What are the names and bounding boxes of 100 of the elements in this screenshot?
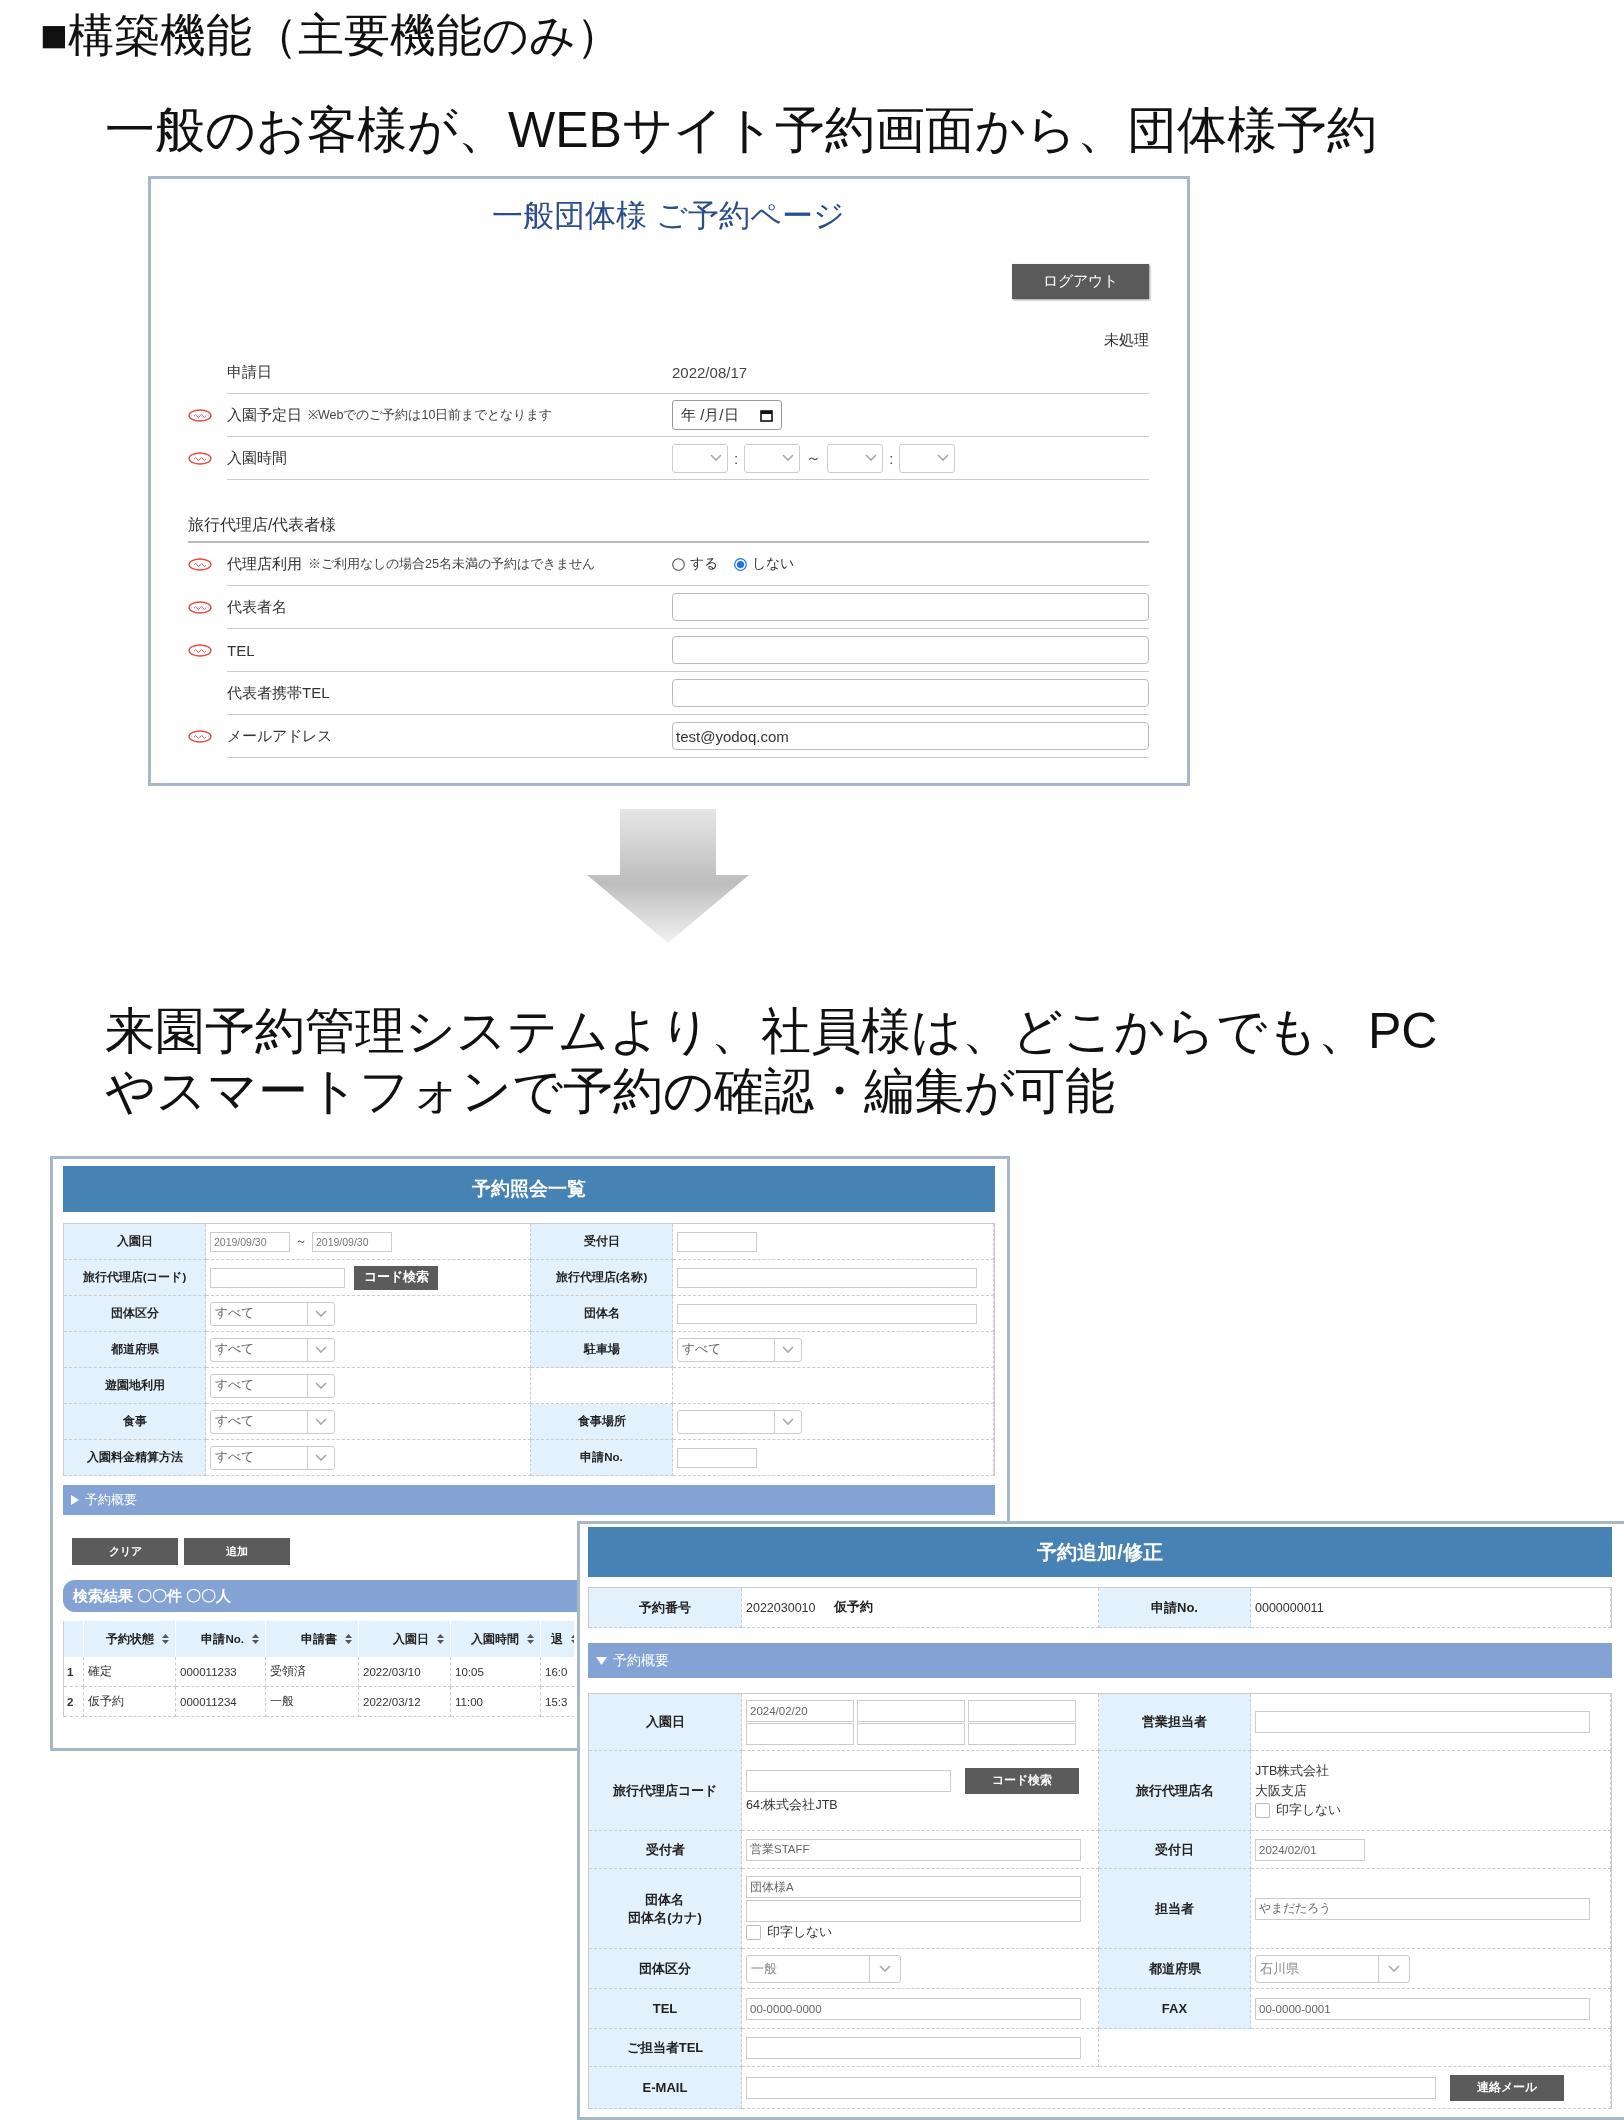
input-field[interactable]	[968, 1699, 1076, 1722]
select-field[interactable]	[677, 1409, 802, 1434]
field-label: 都道府県	[1099, 1949, 1251, 1989]
input-field[interactable]: 2024/02/01	[1255, 1838, 1365, 1861]
radio-option[interactable]: しない	[734, 555, 794, 573]
column-header[interactable]: 申請No.	[176, 1621, 266, 1657]
select-field[interactable]: すべて	[677, 1337, 802, 1362]
field-label: 団体名	[531, 1296, 673, 1332]
column-header[interactable]: 入園日	[359, 1621, 451, 1657]
input-field[interactable]	[746, 1722, 854, 1745]
input-field[interactable]	[677, 1267, 977, 1288]
field-label: 入園時間	[227, 448, 287, 468]
input-field[interactable]: 00-0000-0000	[746, 1997, 1081, 2020]
select-field[interactable]: 一般	[746, 1954, 901, 1983]
select-field[interactable]: すべて	[210, 1337, 335, 1362]
input-field[interactable]: 団体様A	[746, 1876, 1081, 1898]
down-arrow-icon	[587, 809, 749, 943]
input-field[interactable]	[672, 593, 1149, 621]
row-number: 1	[64, 1657, 84, 1687]
table-cell: 000011234	[176, 1687, 266, 1717]
field-label: 予約番号	[589, 1588, 742, 1628]
select-field[interactable]: すべて	[210, 1373, 335, 1398]
field-label: 受付者	[589, 1831, 742, 1869]
contact-mail-button[interactable]: 連絡メール	[1450, 2074, 1564, 2101]
select-field[interactable]: すべて	[210, 1445, 335, 1470]
date-field[interactable]: 年 /月/日	[672, 400, 782, 430]
field-label: 食事場所	[531, 1404, 673, 1440]
input-field[interactable]: 営業STAFF	[746, 1838, 1081, 1861]
action-button[interactable]: クリア	[72, 1538, 178, 1565]
input-field[interactable]: test@yodoq.com	[672, 722, 1149, 750]
select-field[interactable]	[827, 443, 884, 473]
input-field[interactable]	[677, 1231, 757, 1252]
date-field[interactable]: 2019/09/30	[210, 1231, 290, 1252]
description-text: 来園予約管理システムより、社員様は、どこからでも、PC やスマートフォンで予約の確認・編集が可能	[105, 1002, 1439, 1121]
date-field[interactable]: 2019/09/30	[312, 1231, 392, 1252]
field-label: 旅行代理店名	[1099, 1751, 1251, 1831]
field-label: 遊園地利用	[64, 1368, 206, 1404]
field-label: メールアドレス	[227, 726, 332, 746]
intro-text: 一般のお客様が、WEBサイト予約画面から、団体様予約	[105, 101, 1378, 160]
logout-button[interactable]: ログアウト	[1012, 264, 1149, 299]
code-search-button[interactable]: コード検索	[354, 1265, 438, 1290]
checkbox-option[interactable]: 印字しない	[1255, 1802, 1341, 1819]
input-field[interactable]	[746, 2076, 1436, 2099]
date-field[interactable]: 2024/02/20	[746, 1699, 854, 1722]
select-field[interactable]: すべて	[210, 1409, 335, 1434]
column-header	[64, 1621, 84, 1657]
column-header[interactable]: 退	[541, 1621, 574, 1657]
radio-option[interactable]: する	[672, 555, 718, 573]
select-field[interactable]	[899, 443, 956, 473]
separator-text: :	[734, 449, 739, 467]
input-field[interactable]	[968, 1722, 1076, 1745]
screen-title-bar: 予約追加/修正	[588, 1527, 1612, 1577]
section-bar-label: 予約概要	[85, 1491, 137, 1509]
select-field[interactable]	[744, 443, 801, 473]
input-field[interactable]	[857, 1722, 965, 1745]
input-field[interactable]	[746, 2036, 1081, 2059]
select-field[interactable]: すべて	[210, 1301, 335, 1326]
field-label: 申請日	[227, 362, 272, 382]
field-label: ご担当者TEL	[589, 2029, 742, 2067]
checkbox[interactable]	[746, 1925, 761, 1940]
field-label: 都道府県	[64, 1332, 206, 1368]
sort-icon	[437, 1634, 444, 1644]
column-header[interactable]: 予約状態	[84, 1621, 176, 1657]
code-search-button[interactable]: コード検索	[965, 1767, 1079, 1794]
sort-icon	[345, 1634, 352, 1644]
input-field[interactable]: やまだたろう	[1255, 1897, 1590, 1920]
radio-button[interactable]	[734, 557, 747, 571]
field-value: 64:株式会社JTB	[746, 1796, 839, 1814]
input-field[interactable]: 00-0000-0001	[1255, 1997, 1590, 2020]
select-field[interactable]: 石川県	[1255, 1954, 1410, 1983]
input-field[interactable]	[677, 1303, 977, 1324]
input-field[interactable]	[677, 1447, 757, 1468]
input-field[interactable]	[1255, 1711, 1590, 1733]
chevron-down-icon	[937, 454, 950, 462]
chevron-down-icon	[315, 1417, 327, 1426]
page-title: 一般団体様 ご予約ページ	[491, 197, 846, 235]
field-label: 旅行代理店(名称)	[531, 1260, 673, 1296]
chevron-down-icon	[315, 1309, 327, 1318]
field-label: 団体名 団体名(カナ)	[589, 1869, 742, 1949]
column-header[interactable]: 申請書	[266, 1621, 359, 1657]
field-label: 食事	[64, 1404, 206, 1440]
field-label: 団体区分	[64, 1296, 206, 1332]
input-field[interactable]	[746, 1769, 951, 1792]
select-field[interactable]	[672, 443, 728, 473]
field-label: 代理店利用	[227, 554, 302, 574]
field-label: TEL	[227, 641, 255, 659]
field-label: TEL	[589, 1989, 742, 2029]
input-field[interactable]	[210, 1267, 345, 1288]
checkbox[interactable]	[1255, 1803, 1270, 1818]
checkbox-option[interactable]: 印字しない	[746, 1924, 1081, 1941]
sort-icon	[162, 1634, 169, 1644]
input-field[interactable]	[746, 1900, 1081, 1922]
action-button[interactable]: 追加	[184, 1538, 290, 1565]
radio-button[interactable]	[672, 557, 685, 571]
table-cell: 仮予約	[84, 1687, 176, 1717]
table-cell: 11:00	[451, 1687, 541, 1717]
input-field[interactable]	[672, 679, 1149, 707]
input-field[interactable]	[672, 636, 1149, 664]
column-header[interactable]: 入園時間	[451, 1621, 541, 1657]
input-field[interactable]	[857, 1699, 965, 1722]
